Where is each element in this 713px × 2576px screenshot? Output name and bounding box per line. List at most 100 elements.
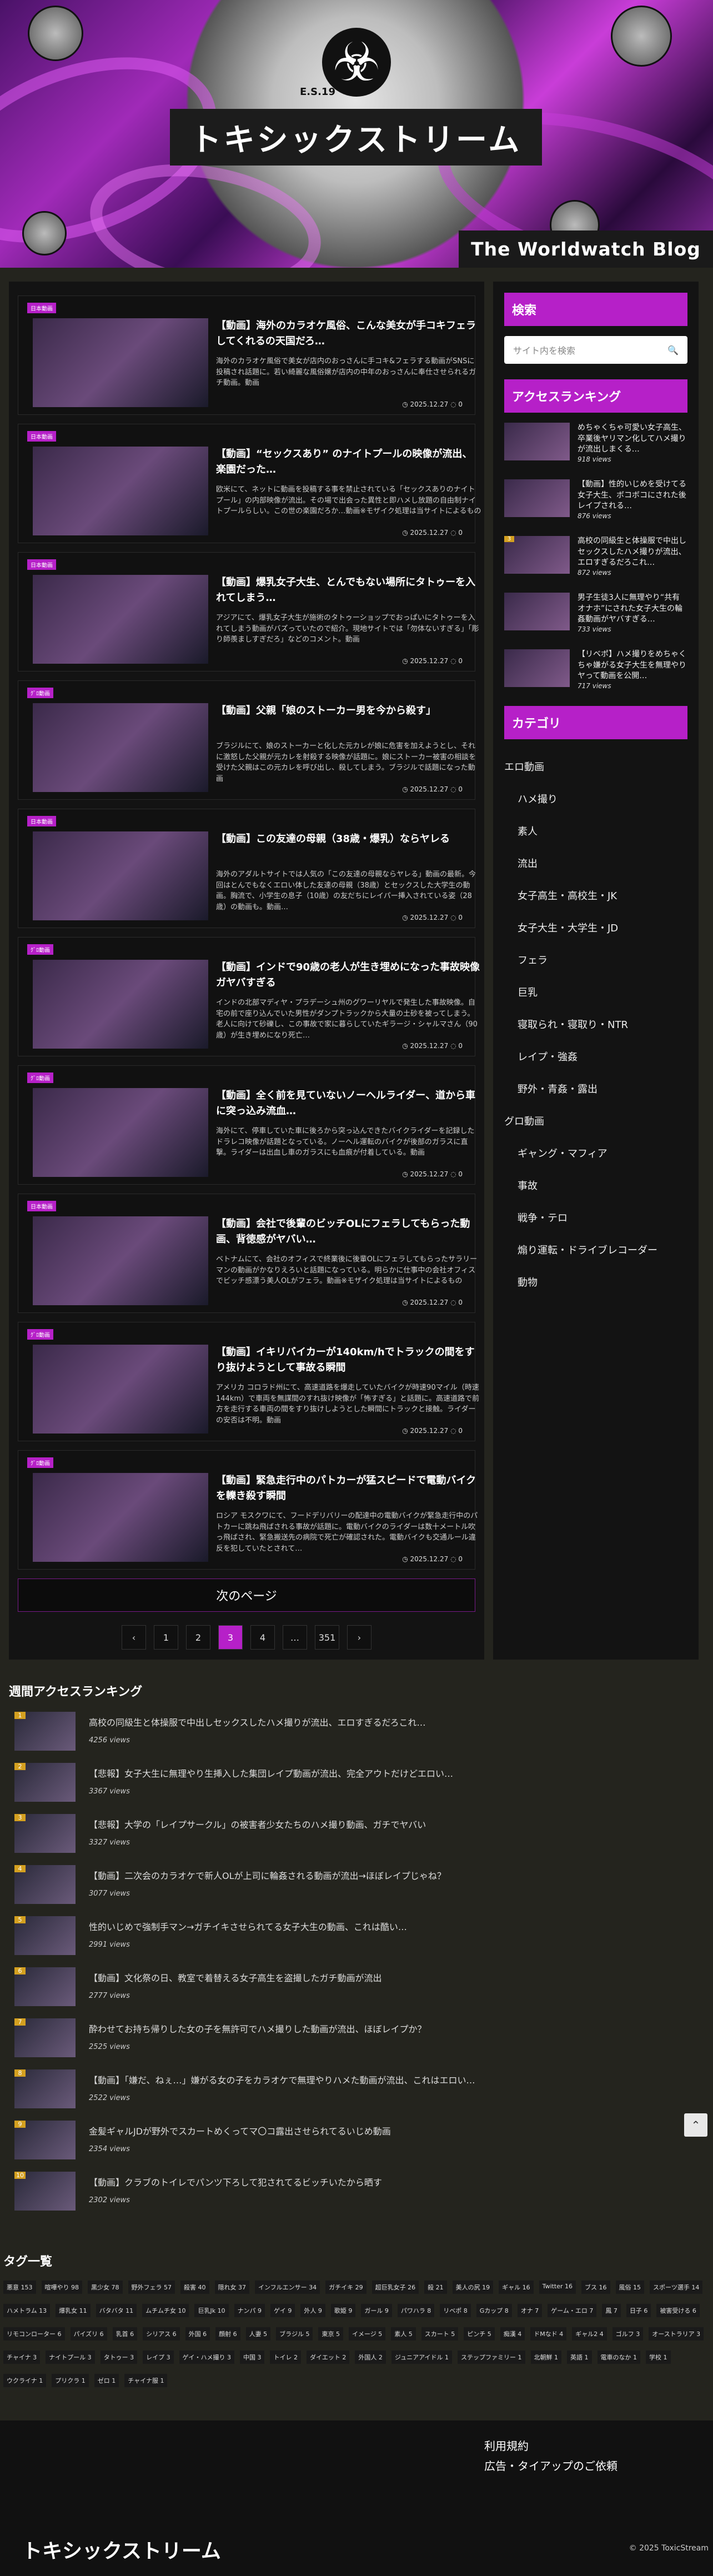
tag-link[interactable]: ドMなド 4 [530, 2327, 567, 2341]
tag-link[interactable]: ガチイキ 29 [325, 2281, 366, 2294]
next-page-button[interactable]: 次のページ [18, 1578, 475, 1612]
category-link[interactable]: 戦争・テロ [504, 1210, 687, 1225]
tag-link[interactable]: 喧嘩やり 98 [41, 2281, 82, 2294]
tag-link[interactable]: タトゥー 3 [100, 2351, 138, 2364]
tag-link[interactable]: ガール 9 [361, 2304, 392, 2317]
scroll-top-button[interactable]: ⌃ [684, 2113, 707, 2137]
tag-link[interactable]: 顔射 6 [215, 2327, 240, 2341]
page-link[interactable]: … [283, 1625, 307, 1650]
tag-link[interactable]: レイプ 3 [143, 2351, 174, 2364]
weekly-title[interactable]: 高校の同級生と体操服で中出しセックスしたハメ撮りが流出、エロすぎるだろこれ… [89, 1715, 426, 1728]
weekly-title[interactable]: 【動画】二次会のカラオケで新人OLが上司に輪姦される動画が流出→ほぼレイプじゃね… [89, 1868, 446, 1882]
ranking-title[interactable]: 高校の同級生と体操服で中出しセックスしたハメ撮りが流出、エロすぎるだろこれ… [578, 536, 687, 569]
weekly-item[interactable]: 1 高校の同級生と体操服で中出しセックスしたハメ撮りが流出、エロすぎるだろこれ… 4… [9, 1712, 704, 1753]
weekly-item[interactable]: 9 金髪ギャルJDが野外でスカートめくってマ〇コ露出させられてるいじめ動画 2354… [9, 2121, 704, 2162]
ranking-item[interactable]: 男子生徒3人に無理やり“共有オナホ”にされた女子大生の輪姦動画がヤバすぎる… 73… [504, 593, 687, 637]
tag-link[interactable]: ゲイ・ハメ撮り 3 [179, 2351, 234, 2364]
post-title[interactable]: 【動画】“セックスあり” のナイトプールの映像が流出、楽園だった… [216, 447, 481, 478]
category-link[interactable]: 女子高生・高校生・JK [504, 888, 687, 903]
post-badge[interactable]: ｸﾞﾛ動画 [27, 1329, 53, 1340]
ranking-thumbnail[interactable] [504, 593, 570, 630]
tag-link[interactable]: ジュニアアイドル 1 [391, 2351, 453, 2364]
post-badge[interactable]: ｸﾞﾛ動画 [27, 944, 53, 955]
post-thumbnail[interactable] [33, 831, 208, 920]
page-link[interactable]: 2 [186, 1625, 210, 1650]
tag-link[interactable]: Twitter 16 [539, 2281, 576, 2294]
post-title[interactable]: 【動画】全く前を見ていないノーヘルライダー、道から車に突っ込み流血… [216, 1088, 481, 1119]
weekly-thumbnail[interactable]: 5 [14, 1916, 76, 1955]
weekly-item[interactable]: 7 酔わせてお持ち帰りした女の子を無許可でハメ撮りした動画が流出、ほぼレイプか？ 2… [9, 2018, 704, 2059]
post-card[interactable]: 日本動画 【動画】“セックスあり” のナイトプールの映像が流出、楽園だった… 欧米に… [18, 424, 481, 543]
tag-link[interactable]: ナンパ 9 [234, 2304, 265, 2317]
category-link[interactable]: 事故 [504, 1178, 687, 1192]
category-link[interactable]: ハメ撮り [504, 791, 687, 806]
site-title[interactable]: トキシックストリーム [170, 109, 542, 166]
post-card[interactable]: 日本動画 【動画】会社で後輩のビッチOLにフェラしてもらった動画、背徳感がヤバい…… [18, 1194, 477, 1313]
post-card[interactable]: ｸﾞﾛ動画 【動画】父親「娘のストーカー男を今から殺す」 ブラジルにて、娘のストーカ… [18, 680, 476, 800]
search-icon[interactable]: 🔍 [667, 345, 679, 355]
post-thumbnail[interactable] [33, 1216, 208, 1305]
tag-link[interactable]: 日子 6 [626, 2304, 651, 2317]
weekly-item[interactable]: 4 【動画】二次会のカラオケで新人OLが上司に輪姦される動画が流出→ほぼレイプじゃ… [9, 1865, 704, 1906]
category-link[interactable]: ギャング・マフィア [504, 1146, 687, 1160]
tag-link[interactable]: オナ 7 [517, 2304, 543, 2317]
tag-link[interactable]: 乳首 6 [112, 2327, 138, 2341]
tag-link[interactable]: トイレ 2 [270, 2351, 301, 2364]
tag-link[interactable]: 人妻 5 [245, 2327, 271, 2341]
tag-link[interactable]: ゲーム・エロ 7 [548, 2304, 597, 2317]
weekly-item[interactable]: 6 【動画】文化祭の日、教室で着替える女子高生を盗撮したガチ動画が流出 2777 v… [9, 1967, 704, 2008]
tag-link[interactable]: 電車のなか 1 [597, 2351, 641, 2364]
tag-link[interactable]: 殺 21 [424, 2281, 447, 2294]
tag-link[interactable]: ゲイ 9 [270, 2304, 295, 2317]
tag-link[interactable]: ステップファミリー 1 [458, 2351, 525, 2364]
ranking-item[interactable]: 【リベポ】ハメ撮りをめちゃくちゃ嫌がる女子大生を無理やりヤって動画を公開… 717… [504, 649, 687, 694]
category-link[interactable]: フェラ [504, 953, 687, 967]
tag-link[interactable]: シリアス 6 [143, 2327, 180, 2341]
category-link[interactable]: 煽り運転・ドライブレコーダー [504, 1242, 687, 1257]
post-title[interactable]: 【動画】この友達の母親（38歳・爆乳）ならヤレる [216, 831, 481, 847]
weekly-title[interactable]: 【動画】文化祭の日、教室で着替える女子高生を盗撮したガチ動画が流出 [89, 1971, 382, 1984]
tag-link[interactable]: バタバタ 11 [96, 2304, 137, 2317]
tag-link[interactable]: ブス 16 [581, 2281, 610, 2294]
tag-link[interactable]: 歌姫 9 [330, 2304, 356, 2317]
post-badge[interactable]: ｸﾞﾛ動画 [27, 688, 53, 698]
post-badge[interactable]: ｸﾞﾛ動画 [27, 1457, 53, 1468]
weekly-item[interactable]: 3 【悲報】大学の「レイプサークル」の被害者少女たちのハメ撮り動画、ガチでヤバい 3… [9, 1814, 704, 1855]
tag-link[interactable]: 学校 1 [646, 2351, 671, 2364]
tag-link[interactable]: 悪意 153 [3, 2281, 36, 2294]
tag-link[interactable]: オーストラリア 3 [649, 2327, 704, 2341]
tag-link[interactable]: パワハラ 8 [397, 2304, 435, 2317]
post-title[interactable]: 【動画】会社で後輩のビッチOLにフェラしてもらった動画、背徳感がヤバい… [216, 1216, 481, 1247]
post-thumbnail[interactable] [33, 318, 208, 407]
post-thumbnail[interactable] [33, 1088, 208, 1177]
tag-link[interactable]: ピンチ 5 [464, 2327, 495, 2341]
tag-link[interactable]: Gカップ 8 [476, 2304, 512, 2317]
post-badge[interactable]: 日本動画 [27, 431, 56, 442]
page-link[interactable]: ‹ [122, 1625, 146, 1650]
post-title[interactable]: 【動画】爆乳女子大生、とんでもない場所にタトゥーを入れてしまう… [216, 575, 481, 606]
weekly-title[interactable]: 金髪ギャルJDが野外でスカートめくってマ〇コ露出させられてるいじめ動画 [89, 2124, 391, 2137]
post-card[interactable]: 日本動画 【動画】この友達の母親（38歳・爆乳）ならヤレる 海外のアダルトサイトでは… [18, 809, 476, 928]
tag-link[interactable]: ハメトラム 13 [3, 2304, 51, 2317]
ranking-thumbnail[interactable] [504, 479, 570, 517]
footer-link[interactable]: 利用規約 [484, 2436, 617, 2456]
tag-link[interactable]: イメージ 5 [348, 2327, 386, 2341]
tag-link[interactable]: スカート 5 [421, 2327, 459, 2341]
weekly-title[interactable]: 【動画】クラブのトイレでパンツ下ろして犯されてるビッチいたから晒す [89, 2175, 382, 2188]
weekly-title[interactable]: 【悲報】大学の「レイプサークル」の被害者少女たちのハメ撮り動画、ガチでヤバい [89, 1817, 426, 1831]
page-link[interactable]: › [347, 1625, 371, 1650]
tag-link[interactable]: 中国 3 [239, 2351, 265, 2364]
tag-link[interactable]: 殺害 40 [180, 2281, 209, 2294]
post-badge[interactable]: 日本動画 [27, 559, 56, 570]
ranking-title[interactable]: 男子生徒3人に無理やり“共有オナホ”にされた女子大生の輪姦動画がヤバすぎる… [578, 593, 687, 625]
post-card[interactable]: 日本動画 【動画】爆乳女子大生、とんでもない場所にタトゥーを入れてしまう… アジアに… [18, 552, 479, 671]
ranking-title[interactable]: 【動画】性的いじめを受けてる女子大生、ボコボコにされた後レイプされる… [578, 479, 687, 512]
weekly-item[interactable]: 8 【動画】「嫌だ、ねぇ…」嫌がる女の子をカラオケで無理やりハメた動画が流出、これ… [9, 2069, 704, 2111]
category-link[interactable]: 女子大生・大学生・JD [504, 920, 687, 935]
ranking-item[interactable]: めちゃくちゃ可愛い女子高生、卒業後ヤリマン化してハメ撮りが流出しまくる… 918 … [504, 423, 687, 467]
category-link[interactable]: エロ動画 [504, 759, 687, 774]
weekly-thumbnail[interactable]: 1 [14, 1712, 76, 1751]
tag-link[interactable]: ムチムチ女 10 [142, 2304, 189, 2317]
category-link[interactable]: 素人 [504, 824, 687, 838]
category-link[interactable]: 巨乳 [504, 985, 687, 999]
